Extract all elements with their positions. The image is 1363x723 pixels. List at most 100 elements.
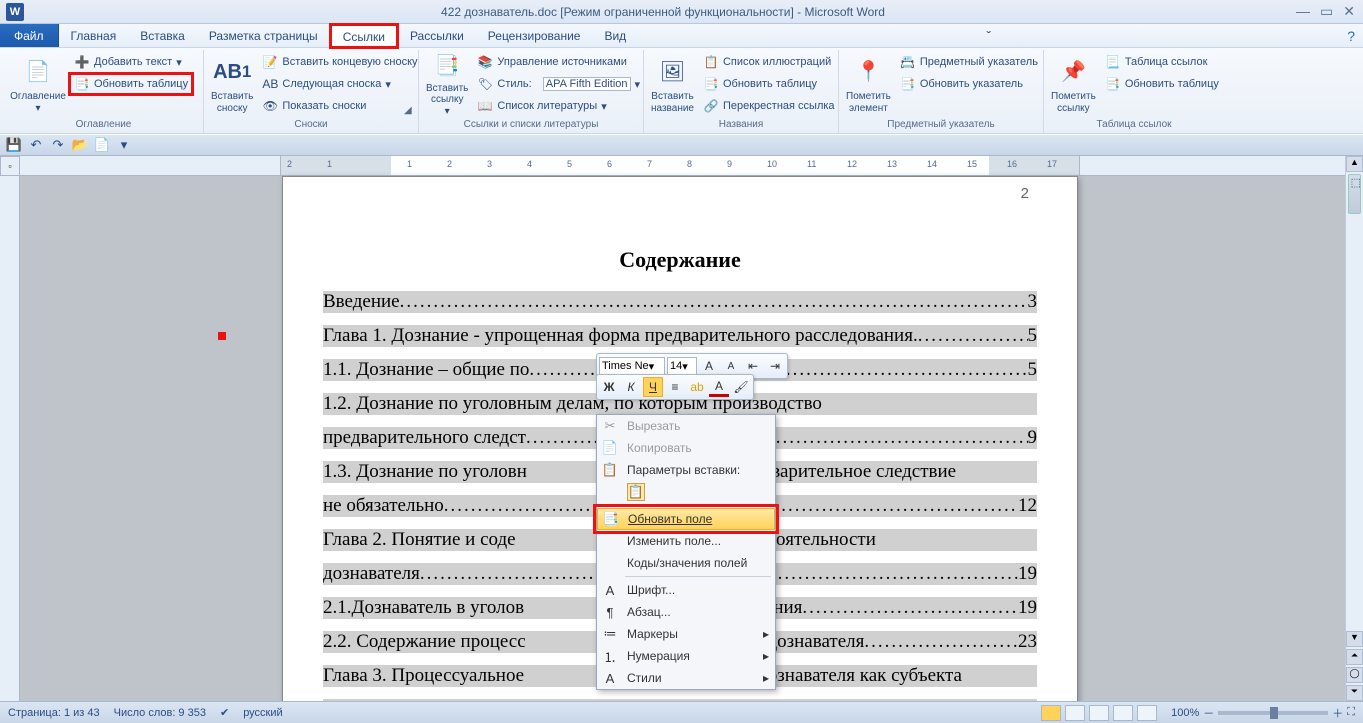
- ribbon-minimize-icon[interactable]: ˇ: [978, 24, 999, 47]
- highlight-icon[interactable]: ab: [687, 377, 707, 397]
- vertical-ruler[interactable]: [0, 176, 20, 701]
- show-footnotes-button[interactable]: 👁Показать сноски: [258, 96, 421, 116]
- scroll-down-button[interactable]: ▼: [1346, 631, 1363, 647]
- cm-edit-field[interactable]: Изменить поле...: [597, 530, 775, 552]
- update-figures-button[interactable]: 📑Обновить таблицу: [699, 74, 839, 94]
- tab-review[interactable]: Рецензирование: [476, 24, 593, 47]
- undo-icon[interactable]: ↶: [28, 137, 44, 153]
- close-button[interactable]: ✕: [1343, 3, 1355, 20]
- toc-label: Оглавление: [10, 91, 66, 103]
- mark-entry-button[interactable]: 📍 Пометить элемент: [845, 52, 892, 118]
- restore-button[interactable]: ▭: [1320, 3, 1333, 20]
- toc-line[interactable]: Введение................................…: [323, 291, 1037, 313]
- tab-mailings[interactable]: Рассылки: [398, 24, 476, 47]
- group-title-toa: Таблица ссылок: [1050, 118, 1218, 131]
- underline-icon[interactable]: Ч: [643, 377, 663, 397]
- cm-paragraph[interactable]: ¶Абзац...: [597, 601, 775, 623]
- prev-page-button[interactable]: ⏶: [1346, 649, 1363, 665]
- new-doc-icon[interactable]: 📄: [94, 137, 110, 153]
- mini-size-select[interactable]: 14 ▾: [667, 357, 697, 375]
- align-center-icon[interactable]: ≡: [665, 377, 685, 397]
- quick-access-toolbar: 💾 ↶ ↷ 📂 📄 ▾: [0, 134, 1363, 156]
- update-toa-button[interactable]: 📑Обновить таблицу: [1101, 74, 1223, 94]
- cm-update-field[interactable]: 📑Обновить поле: [597, 508, 775, 530]
- insert-citation-button[interactable]: 📑 Вставить ссылку ▾: [425, 52, 469, 118]
- tab-view[interactable]: Вид: [592, 24, 638, 47]
- horizontal-ruler[interactable]: 211234567891011121314151617: [20, 156, 1345, 176]
- cm-bullets[interactable]: ≔Маркеры▸: [597, 623, 775, 645]
- insert-footnote-button[interactable]: AB1 Вставить сноску: [210, 52, 254, 118]
- toc-button[interactable]: 📄 Оглавление ▾: [10, 52, 66, 118]
- cm-font[interactable]: AШрифт...: [597, 579, 775, 601]
- status-proofing-icon[interactable]: ✔: [220, 706, 229, 719]
- tab-home[interactable]: Главная: [59, 24, 129, 47]
- web-layout-view-button[interactable]: [1089, 705, 1109, 721]
- footnotes-dialog-launcher[interactable]: ◢: [404, 105, 416, 117]
- decrease-indent-icon[interactable]: ⇤: [743, 356, 763, 376]
- fit-page-button[interactable]: ⛶: [1347, 706, 1355, 719]
- bold-icon[interactable]: Ж: [599, 377, 619, 397]
- mark-citation-button[interactable]: 📌 Пометить ссылку: [1050, 52, 1097, 118]
- open-icon[interactable]: 📂: [72, 137, 88, 153]
- zoom-in-button[interactable]: ＋: [1332, 705, 1343, 721]
- select-browse-object-icon[interactable]: ⬚: [1351, 176, 1361, 189]
- shrink-font-icon[interactable]: A: [721, 356, 741, 376]
- insert-footnote-label: Вставить сноску: [211, 91, 253, 114]
- mini-font-select[interactable]: Times Ne ▾: [599, 357, 665, 375]
- insert-caption-button[interactable]: 🖼 Вставить название: [650, 52, 695, 118]
- status-page[interactable]: Страница: 1 из 43: [8, 707, 100, 719]
- vertical-scrollbar[interactable]: ▲ ⬚ ▼ ⏶ ◯ ⏷: [1345, 156, 1363, 701]
- font-color-icon[interactable]: A: [709, 377, 729, 397]
- fullscreen-reading-view-button[interactable]: [1065, 705, 1085, 721]
- italic-icon[interactable]: К: [621, 377, 641, 397]
- cm-styles[interactable]: AСтили▸: [597, 667, 775, 689]
- status-words[interactable]: Число слов: 9 353: [114, 707, 206, 719]
- ruler-corner[interactable]: ▫: [0, 156, 20, 176]
- draft-view-button[interactable]: [1137, 705, 1157, 721]
- grow-font-icon[interactable]: A: [699, 356, 719, 376]
- redo-icon[interactable]: ↷: [50, 137, 66, 153]
- styles-icon: A: [601, 669, 619, 687]
- endnote-icon: 📝: [262, 54, 278, 70]
- next-page-button[interactable]: ⏷: [1346, 685, 1363, 701]
- bibliography-button[interactable]: 📖Список литературы ▾: [473, 96, 644, 116]
- cm-field-codes[interactable]: Коды/значения полей: [597, 552, 775, 574]
- toc-line[interactable]: Глава 1. Дознание - упрощенная форма пре…: [323, 325, 1037, 347]
- scroll-up-button[interactable]: ▲: [1346, 156, 1363, 172]
- cm-numbering[interactable]: ⒈Нумерация▸: [597, 645, 775, 667]
- group-title-toc: Оглавление: [10, 118, 197, 131]
- update-index-button[interactable]: 📑Обновить указатель: [896, 74, 1042, 94]
- next-footnote-button[interactable]: ABСледующая сноска ▾: [258, 74, 421, 94]
- help-icon[interactable]: ?: [1339, 24, 1363, 47]
- tab-file[interactable]: Файл: [0, 24, 59, 47]
- increase-indent-icon[interactable]: ⇥: [765, 356, 785, 376]
- insert-index-button[interactable]: 📇Предметный указатель: [896, 52, 1042, 72]
- qat-customize-icon[interactable]: ▾: [116, 137, 132, 153]
- print-layout-view-button[interactable]: [1041, 705, 1061, 721]
- format-painter-icon[interactable]: 🖌: [731, 377, 751, 397]
- title-bar: W 422 дознаватель.doc [Режим ограниченно…: [0, 0, 1363, 24]
- insert-toa-button[interactable]: 📃Таблица ссылок: [1101, 52, 1223, 72]
- browse-object-button[interactable]: ◯: [1346, 667, 1363, 683]
- save-icon[interactable]: 💾: [6, 137, 22, 153]
- add-text-button[interactable]: ➕Добавить текст ▾: [70, 52, 192, 72]
- cm-paste-option[interactable]: 📋: [597, 481, 775, 503]
- cross-reference-button[interactable]: 🔗Перекрестная ссылка: [699, 96, 839, 116]
- minimize-button[interactable]: ―: [1296, 3, 1310, 20]
- index-icon: 📇: [900, 54, 916, 70]
- tab-page-layout[interactable]: Разметка страницы: [197, 24, 330, 47]
- manage-sources-button[interactable]: 📚Управление источниками: [473, 52, 644, 72]
- cm-paste-options-header: 📋Параметры вставки:: [597, 459, 775, 481]
- tab-references[interactable]: Ссылки: [330, 24, 398, 48]
- outline-view-button[interactable]: [1113, 705, 1133, 721]
- zoom-level[interactable]: 100%: [1171, 707, 1199, 719]
- insert-endnote-button[interactable]: 📝Вставить концевую сноску: [258, 52, 421, 72]
- group-title-citations: Ссылки и списки литературы: [425, 118, 637, 131]
- citation-style-select[interactable]: 🏷Стиль: APA Fifth Edition ▾: [473, 74, 644, 94]
- zoom-slider[interactable]: [1218, 711, 1328, 715]
- table-figures-button[interactable]: 📋Список иллюстраций: [699, 52, 839, 72]
- tab-insert[interactable]: Вставка: [128, 24, 197, 47]
- update-table-button[interactable]: 📑Обновить таблицу: [70, 74, 192, 94]
- zoom-out-button[interactable]: －: [1203, 705, 1214, 721]
- status-language[interactable]: русский: [243, 707, 282, 719]
